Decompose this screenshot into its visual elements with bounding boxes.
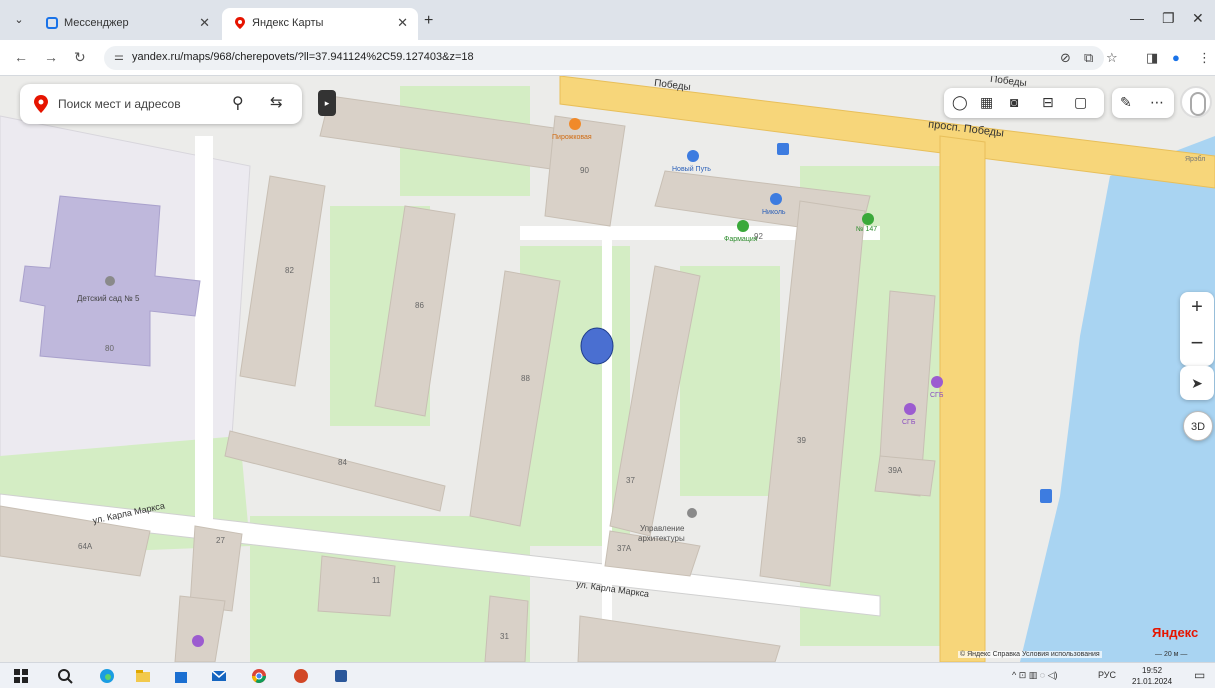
- house-number: 64А: [78, 542, 93, 551]
- zoom-in-button[interactable]: +: [1180, 296, 1214, 319]
- screen: ⌄ Мессенджер ✕ Яндекс Карты ✕ + — ❐ ✕ ← …: [0, 0, 1215, 688]
- windows-taskbar: ^ ⊡ ▥ ◌ ◁) РУС 19:52 21.01.2024 ▭: [0, 662, 1215, 688]
- user-avatar[interactable]: [1180, 86, 1212, 118]
- maximize-window-icon[interactable]: ❐: [1162, 10, 1175, 27]
- map-tools-toolbar: ✎ ⋯: [1112, 88, 1174, 118]
- tray-icons[interactable]: ^ ⊡ ▥ ◌ ◁): [1012, 670, 1058, 681]
- word-icon[interactable]: [332, 667, 350, 685]
- file-explorer-icon[interactable]: [134, 667, 152, 685]
- tab-yandex-maps[interactable]: Яндекс Карты ✕: [222, 8, 418, 40]
- zoom-out-button[interactable]: −: [1180, 330, 1214, 356]
- house-number: 88: [521, 374, 530, 383]
- new-tab-button[interactable]: +: [424, 12, 433, 30]
- house-number: 84: [338, 458, 347, 467]
- ruler-icon[interactable]: ✎: [1120, 94, 1132, 111]
- camera-icon[interactable]: ◙: [1010, 94, 1018, 110]
- house-number: 92: [754, 232, 763, 241]
- location-permission-icon[interactable]: ⊘: [1060, 50, 1071, 66]
- tab-title: Мессенджер: [64, 17, 129, 29]
- poi-label: № 147: [856, 226, 878, 233]
- poi-label: Новый Путь: [672, 166, 711, 173]
- map-attribution[interactable]: © Яндекс Справка Условия использования: [958, 651, 1102, 658]
- yandex-logo: Яндекс: [1152, 625, 1199, 640]
- house-number: 37: [626, 476, 635, 485]
- tab-messenger[interactable]: Мессенджер ✕: [34, 8, 220, 40]
- mail-icon[interactable]: [210, 667, 228, 685]
- house-number: 31: [500, 632, 509, 641]
- poi-label: СГБ: [930, 392, 944, 399]
- side-panel-icon[interactable]: ◨: [1146, 50, 1158, 66]
- house-number: 86: [415, 301, 424, 310]
- clock-date: 21.01.2024: [1132, 677, 1173, 686]
- 3d-button[interactable]: 3D: [1183, 411, 1213, 441]
- url-omnibox[interactable]: ⚌ yandex.ru/maps/968/cherepovets/?ll=37.…: [104, 46, 1104, 70]
- notifications-icon[interactable]: ▭: [1194, 668, 1205, 682]
- edge-browser-icon[interactable]: [98, 667, 116, 685]
- poi-label: Николь: [762, 209, 786, 216]
- poi-label: Детский сад № 5: [77, 294, 140, 303]
- house-number: 90: [580, 166, 589, 175]
- search-icon[interactable]: ⚲: [232, 93, 244, 113]
- house-number: 37А: [617, 544, 632, 553]
- poi-label: архитектуры: [638, 534, 685, 543]
- close-window-icon[interactable]: ✕: [1192, 10, 1204, 27]
- close-tab-icon[interactable]: ✕: [397, 15, 408, 31]
- tab-list-menu[interactable]: ⌄: [8, 10, 30, 30]
- collapse-panel-button[interactable]: ▸: [318, 90, 336, 116]
- map-svg[interactable]: [0, 76, 1215, 662]
- powerpoint-icon[interactable]: [292, 667, 310, 685]
- browser-address-bar: ← → ↻ ⚌ yandex.ru/maps/968/cherepovets/?…: [0, 40, 1215, 76]
- close-tab-icon[interactable]: ✕: [199, 15, 210, 31]
- map-marker[interactable]: [580, 327, 614, 365]
- browser-tab-bar: ⌄ Мессенджер ✕ Яндекс Карты ✕ + — ❐ ✕: [0, 0, 1215, 40]
- traffic-icon[interactable]: ▦: [980, 94, 993, 111]
- minimize-window-icon[interactable]: —: [1130, 10, 1144, 26]
- search-icon[interactable]: [56, 667, 74, 685]
- site-settings-icon[interactable]: ⚌: [114, 50, 124, 63]
- poi-label: Ярэбл: [1185, 156, 1206, 163]
- panorama-icon[interactable]: ▢: [1074, 94, 1087, 111]
- map-scale: — 20 м —: [1155, 651, 1188, 658]
- location-pin-icon: [34, 95, 48, 113]
- map-search-box: ⚲ ⇆: [20, 84, 302, 124]
- install-app-icon[interactable]: ⧉: [1084, 50, 1093, 66]
- house-number: 39: [797, 436, 806, 445]
- poi-label: Пирожковая: [552, 134, 592, 141]
- poi-label: СГБ: [902, 419, 916, 426]
- yandex-maps-favicon-icon: [235, 17, 245, 29]
- clock-time: 19:52: [1142, 666, 1163, 675]
- back-arrow-icon[interactable]: ←: [14, 49, 28, 65]
- browser-menu-icon[interactable]: ⋮: [1198, 50, 1211, 66]
- house-number: 11: [372, 576, 381, 585]
- messenger-favicon-icon: [46, 17, 58, 29]
- poi-label: Управление: [640, 524, 685, 533]
- url-text: yandex.ru/maps/968/cherepovets/?ll=37.94…: [132, 51, 474, 63]
- house-number: 80: [105, 344, 114, 353]
- more-icon[interactable]: ⋯: [1150, 94, 1164, 111]
- route-icon[interactable]: ⇆: [270, 93, 283, 111]
- layer-circle-icon[interactable]: ◯: [952, 94, 968, 111]
- language-indicator[interactable]: РУС: [1098, 670, 1116, 680]
- my-location-button[interactable]: ➤: [1180, 366, 1214, 400]
- house-number: 39А: [888, 466, 903, 475]
- store-icon[interactable]: [172, 667, 190, 685]
- tab-title: Яндекс Карты: [252, 17, 324, 29]
- map-layers-toolbar: ◯ ▦ ◙ ⊟ ▢: [944, 88, 1104, 118]
- house-number: 27: [216, 536, 225, 545]
- profile-icon[interactable]: ●: [1172, 50, 1180, 65]
- map-canvas[interactable]: просп. Победы Победы Победы ул. Карла Ма…: [0, 76, 1215, 662]
- poi-label: Фармация: [724, 236, 758, 243]
- forward-arrow-icon[interactable]: →: [44, 49, 58, 65]
- bookmark-star-icon[interactable]: ☆: [1106, 50, 1118, 66]
- transit-bus-icon[interactable]: ⊟: [1042, 94, 1054, 111]
- zoom-control: + −: [1180, 292, 1214, 366]
- house-number: 82: [285, 266, 294, 275]
- windows-start-icon[interactable]: [12, 667, 30, 685]
- search-input[interactable]: [58, 94, 228, 114]
- reload-icon[interactable]: ↻: [74, 49, 86, 66]
- chrome-icon[interactable]: [250, 667, 268, 685]
- system-clock[interactable]: 19:52 21.01.2024: [1132, 665, 1172, 687]
